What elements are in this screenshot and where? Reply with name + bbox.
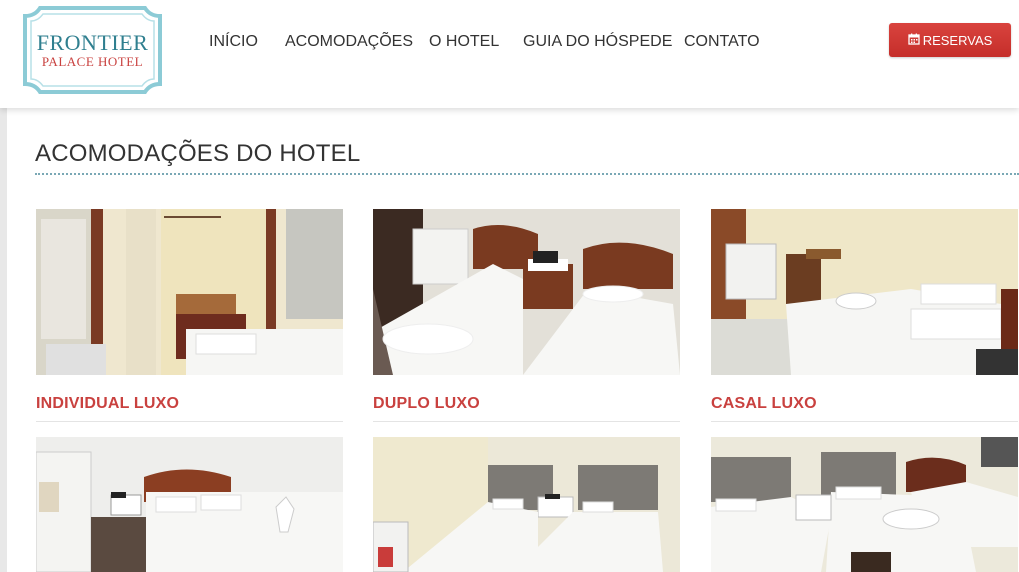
- nav-item-contato[interactable]: CONTATO: [684, 33, 760, 51]
- logo-text-frontier: FRONTIER: [36, 30, 149, 55]
- nav-item-inicio[interactable]: INÍCIO: [209, 33, 258, 51]
- room-card[interactable]: [373, 437, 680, 572]
- room-card[interactable]: [711, 437, 1018, 572]
- nav-item-acomodacoes[interactable]: ACOMODAÇÕES: [285, 33, 413, 51]
- room-photo[interactable]: [711, 437, 1018, 572]
- logo-text-palace-hotel: PALACE HOTEL: [41, 54, 144, 69]
- room-photo[interactable]: [711, 209, 1018, 375]
- room-photo[interactable]: [373, 437, 680, 572]
- room-photo[interactable]: [373, 209, 680, 375]
- left-border: [0, 108, 7, 572]
- room-card-individual-luxo[interactable]: INDIVIDUAL LUXO: [36, 209, 343, 422]
- room-name[interactable]: INDIVIDUAL LUXO: [36, 395, 343, 413]
- room-card[interactable]: [36, 437, 343, 572]
- card-divider: [711, 421, 1018, 422]
- nav-item-guia-do-hospede[interactable]: GUIA DO HÓSPEDE: [523, 33, 672, 51]
- calendar-icon: [908, 33, 920, 48]
- room-card-duplo-luxo[interactable]: DUPLO LUXO: [373, 209, 680, 422]
- title-divider: [35, 173, 1019, 175]
- room-name[interactable]: CASAL LUXO: [711, 395, 1018, 413]
- nav-item-o-hotel[interactable]: O HOTEL: [429, 33, 499, 51]
- room-card-casal-luxo[interactable]: CASAL LUXO: [711, 209, 1018, 422]
- page-title: ACOMODAÇÕES DO HOTEL: [35, 140, 361, 167]
- reservas-label: RESERVAS: [922, 32, 993, 48]
- card-divider: [373, 421, 680, 422]
- card-divider: [36, 421, 343, 422]
- room-photo[interactable]: [36, 437, 343, 572]
- reservas-button[interactable]: RESERVAS: [889, 23, 1011, 57]
- hotel-logo[interactable]: FRONTIER PALACE HOTEL: [20, 2, 165, 98]
- room-photo[interactable]: [36, 209, 343, 375]
- site-header: FRONTIER PALACE HOTEL INÍCIO ACOMODAÇÕES…: [0, 0, 1019, 108]
- room-name[interactable]: DUPLO LUXO: [373, 395, 680, 413]
